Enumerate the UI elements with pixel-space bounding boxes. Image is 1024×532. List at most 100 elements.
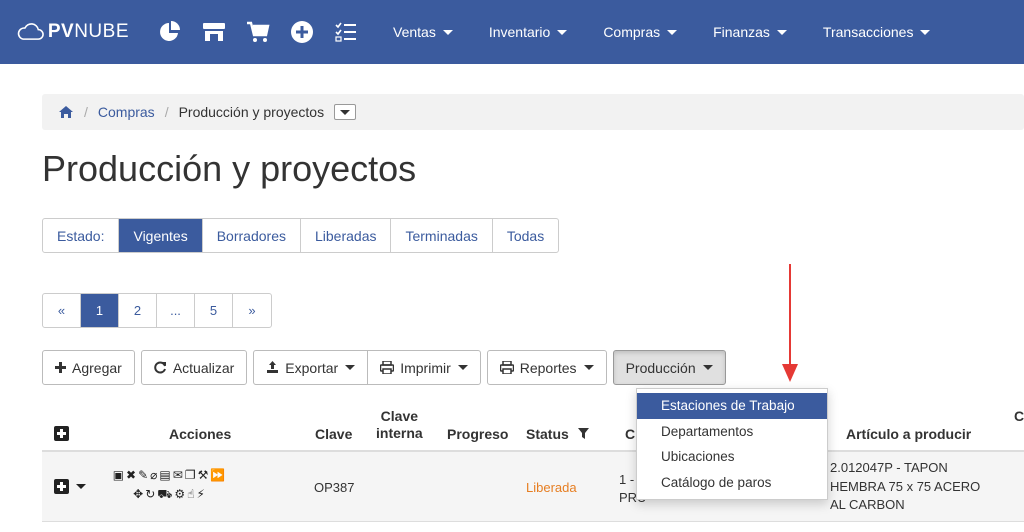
cart-icon[interactable] bbox=[245, 19, 271, 45]
edit-icon[interactable]: ✎ bbox=[138, 468, 150, 482]
table-header: Acciones Clave Clave interna Progreso Sta… bbox=[42, 400, 1024, 452]
menu-item-ubicaciones[interactable]: Ubicaciones bbox=[637, 444, 827, 470]
export-icon bbox=[267, 361, 279, 373]
page-title: Producción y proyectos bbox=[42, 148, 417, 189]
nav-ventas[interactable]: Ventas bbox=[393, 24, 453, 40]
status-terminadas[interactable]: Terminadas bbox=[391, 219, 493, 252]
chevron-down-icon bbox=[667, 29, 678, 35]
printer-icon bbox=[380, 361, 395, 374]
status-liberadas[interactable]: Liberadas bbox=[301, 219, 392, 252]
breadcrumb-dropdown-button[interactable] bbox=[334, 104, 357, 120]
production-button-label: Producción bbox=[625, 359, 696, 376]
pagination-prev[interactable]: « bbox=[43, 294, 81, 327]
breadcrumb-current: Producción y proyectos bbox=[178, 104, 325, 120]
reports-button-label: Reportes bbox=[519, 359, 577, 376]
nav-finanzas[interactable]: Finanzas bbox=[713, 24, 787, 40]
sync-icon[interactable]: ↻ bbox=[145, 487, 157, 501]
status-filter-label: Estado: bbox=[43, 219, 120, 252]
pagination-page-1[interactable]: 1 bbox=[81, 294, 119, 327]
pie-chart-icon[interactable] bbox=[157, 19, 183, 45]
nav-inventario[interactable]: Inventario bbox=[489, 24, 568, 40]
tool-icon[interactable]: ⚙ bbox=[174, 487, 187, 501]
header-clave[interactable]: Clave bbox=[315, 426, 352, 443]
header-acciones[interactable]: Acciones bbox=[169, 426, 231, 443]
bolt-icon[interactable]: ⚡ bbox=[196, 487, 206, 501]
print-button[interactable]: Imprimir bbox=[368, 350, 481, 385]
toolbar: Agregar Actualizar Exportar Imprimir Rep… bbox=[42, 350, 732, 385]
production-button[interactable]: Producción bbox=[612, 350, 726, 385]
add-button[interactable]: Agregar bbox=[42, 350, 135, 385]
delete-icon[interactable]: ✖ bbox=[126, 468, 138, 482]
pagination-page-2[interactable]: 2 bbox=[119, 294, 157, 327]
chevron-down-icon bbox=[345, 365, 356, 370]
header-articulo[interactable]: Artículo a producir bbox=[846, 426, 971, 443]
row-articulo-line2: HEMBRA 75 x 75 ACERO bbox=[830, 478, 981, 494]
filter-icon[interactable] bbox=[577, 428, 589, 439]
breadcrumb-separator: / bbox=[84, 104, 88, 120]
header-extra[interactable]: C bbox=[1014, 408, 1024, 425]
top-navbar: PVNUBE Ventas Inventario Compras Finanza… bbox=[0, 0, 1024, 64]
chevron-down-icon bbox=[776, 29, 787, 35]
status-todas[interactable]: Todas bbox=[493, 219, 558, 252]
menu-item-departamentos[interactable]: Departamentos bbox=[637, 419, 827, 445]
checklist-icon[interactable] bbox=[333, 19, 359, 45]
export-button[interactable]: Exportar bbox=[253, 350, 369, 385]
menu-item-catalogo-de-paros[interactable]: Catálogo de paros bbox=[637, 470, 827, 496]
cloud-icon bbox=[17, 23, 44, 40]
chevron-down-icon[interactable] bbox=[76, 484, 86, 489]
expand-row-icon[interactable] bbox=[54, 479, 69, 494]
expand-all-icon[interactable] bbox=[54, 426, 69, 441]
row-action-icons[interactable]: ▣✖✎⌀▤✉❐⚒⏩ ✥↻⛟⚙☝⚡ bbox=[106, 466, 234, 504]
chevron-down-icon bbox=[557, 29, 568, 35]
row-articulo-line1: 2.012047P - TAPON bbox=[830, 460, 948, 475]
pagination-next[interactable]: » bbox=[233, 294, 271, 327]
add-button-label: Agregar bbox=[72, 359, 122, 376]
row-expand-control[interactable] bbox=[54, 479, 86, 494]
breadcrumb: / Compras / Producción y proyectos bbox=[42, 94, 1024, 130]
handshake-icon[interactable]: ⚒ bbox=[198, 468, 211, 482]
pagination-ellipsis[interactable]: ... bbox=[157, 294, 195, 327]
header-clave-interna[interactable]: Clave interna bbox=[376, 408, 423, 442]
row-clave: OP387 bbox=[314, 480, 355, 495]
brand-name: PVNUBE bbox=[47, 21, 129, 42]
id-card-icon[interactable]: ▣ bbox=[113, 468, 126, 482]
print-button-label: Imprimir bbox=[400, 359, 451, 376]
pagination-page-5[interactable]: 5 bbox=[195, 294, 233, 327]
row-articulo-line3: AL CARBON bbox=[830, 497, 905, 512]
refresh-button-label: Actualizar bbox=[172, 359, 235, 376]
export-button-label: Exportar bbox=[285, 359, 339, 376]
menu-item-estaciones-de-trabajo[interactable]: Estaciones de Trabajo bbox=[637, 393, 827, 419]
plus-circle-icon[interactable] bbox=[289, 19, 315, 45]
move-icon[interactable]: ✥ bbox=[133, 487, 145, 501]
status-filter: Estado: Vigentes Borradores Liberadas Te… bbox=[42, 218, 560, 253]
store-icon[interactable] bbox=[201, 19, 227, 45]
nav-compras[interactable]: Compras bbox=[603, 24, 678, 40]
chevron-down-icon bbox=[920, 29, 931, 35]
mail-icon[interactable]: ✉ bbox=[173, 468, 185, 482]
home-icon[interactable] bbox=[58, 105, 74, 119]
header-clave-interna-line2: interna bbox=[376, 425, 423, 441]
header-status[interactable]: Status bbox=[526, 426, 589, 443]
breadcrumb-separator: / bbox=[164, 104, 169, 120]
table-row[interactable]: ▣✖✎⌀▤✉❐⚒⏩ ✥↻⛟⚙☝⚡ OP387 Liberada 1 - PRU 2… bbox=[42, 452, 1024, 522]
copy-icon[interactable]: ❐ bbox=[185, 468, 198, 482]
reports-button[interactable]: Reportes bbox=[486, 350, 607, 385]
row-articulo: 2.012047P - TAPON HEMBRA 75 x 75 ACERO AL … bbox=[830, 459, 980, 515]
nav-transacciones[interactable]: Transacciones bbox=[823, 24, 931, 40]
header-status-label: Status bbox=[526, 426, 569, 442]
status-borradores[interactable]: Borradores bbox=[203, 219, 301, 252]
fast-forward-icon[interactable]: ⏩ bbox=[210, 468, 227, 482]
plus-icon bbox=[55, 362, 66, 373]
chevron-down-icon bbox=[340, 109, 351, 115]
chevron-down-icon bbox=[442, 29, 453, 35]
status-vigentes[interactable]: Vigentes bbox=[119, 219, 203, 252]
chevron-down-icon bbox=[457, 365, 468, 370]
printer-icon bbox=[499, 361, 514, 374]
truck-icon[interactable]: ⛟ bbox=[157, 487, 174, 501]
header-clave-interna-line1: Clave bbox=[380, 408, 419, 424]
refresh-button[interactable]: Actualizar bbox=[140, 350, 248, 385]
breadcrumb-compras[interactable]: Compras bbox=[98, 104, 155, 120]
pdf-icon[interactable]: ▤ bbox=[159, 468, 172, 482]
header-progreso[interactable]: Progreso bbox=[447, 426, 508, 443]
brand-logo[interactable]: PVNUBE bbox=[17, 21, 129, 43]
